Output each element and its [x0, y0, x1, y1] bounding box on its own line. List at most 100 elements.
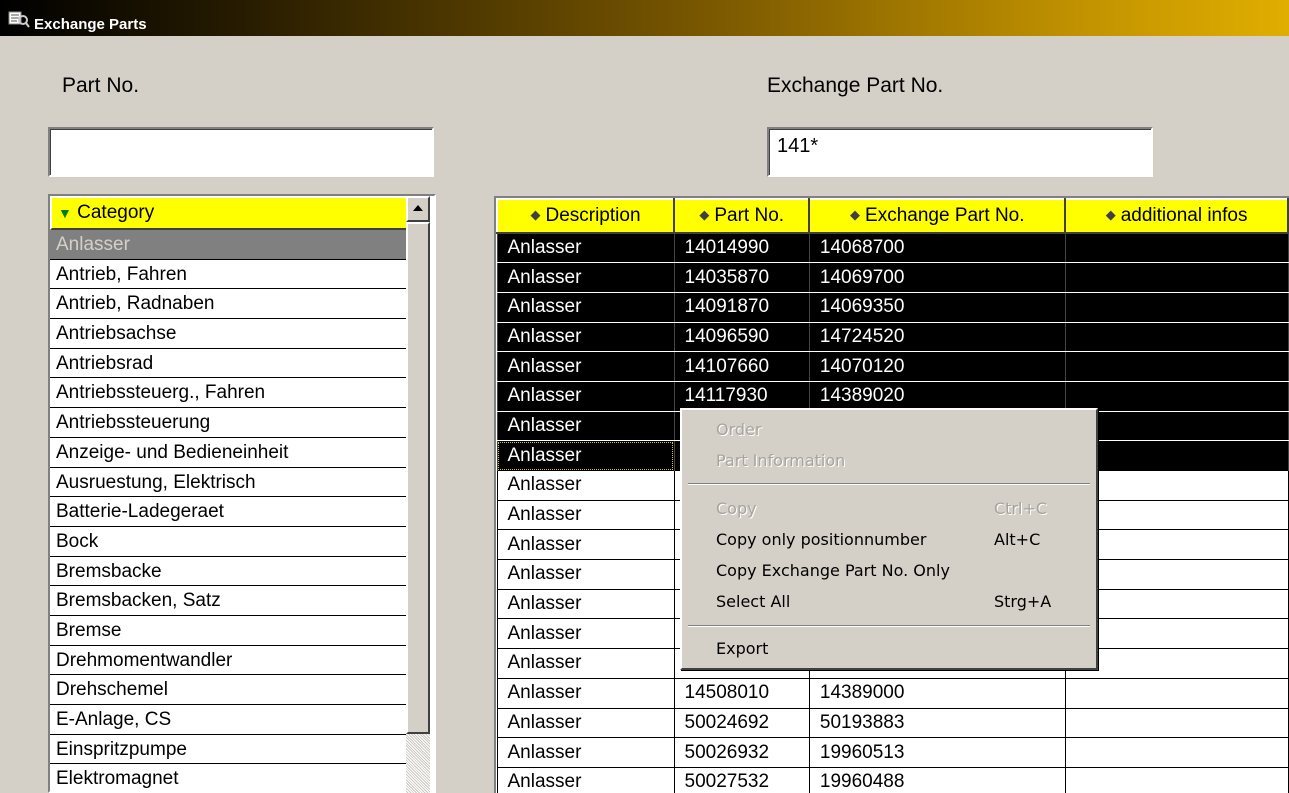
exchange-part-no-label: Exchange Part No.: [767, 74, 944, 97]
table-row[interactable]: Anlasser 14096590 14724520: [496, 321, 1289, 353]
table-row[interactable]: Anlasser 14117930 14389020: [496, 380, 1289, 412]
table-cell: Anlasser: [496, 707, 675, 739]
table-cell: 14508010: [673, 677, 810, 709]
table-cell: [1064, 499, 1289, 531]
menu-item-copy[interactable]: Copy Ctrl+C: [716, 495, 1076, 523]
category-list-item[interactable]: Anzeige- und Bedieneinheit: [50, 438, 408, 468]
table-cell: Anlasser: [496, 766, 675, 793]
table-row[interactable]: Anlasser 14107660 14070120: [496, 351, 1289, 382]
table-cell: Anlasser: [496, 351, 675, 382]
table-cell: Anlasser: [496, 618, 675, 650]
table-cell: 50026932: [673, 737, 810, 768]
column-header-description[interactable]: ◆ Description: [496, 198, 675, 234]
column-header-part-no[interactable]: ◆ Part No.: [672, 198, 811, 234]
table-cell: Anlasser: [496, 737, 675, 768]
table-cell: Anlasser: [496, 529, 675, 561]
table-cell: Anlasser: [496, 321, 675, 353]
table-cell: [1064, 766, 1289, 793]
table-cell: 14014990: [673, 232, 810, 264]
table-cell: Anlasser: [496, 499, 675, 531]
category-list-item[interactable]: Antriebsrad: [50, 349, 408, 379]
table-row[interactable]: Anlasser 14091870 14069350: [496, 291, 1289, 323]
table-row[interactable]: Anlasser 14014990 14068700: [496, 232, 1289, 264]
category-list-item[interactable]: Batterie-Ladegeraet: [50, 497, 408, 527]
category-list-item[interactable]: Bremsbacke: [50, 557, 408, 587]
table-row[interactable]: Anlasser 50024692 50193883: [496, 707, 1289, 739]
category-list-item[interactable]: Anlasser: [50, 230, 408, 260]
table-cell: Anlasser: [496, 410, 675, 442]
category-list-item[interactable]: Antrieb, Radnaben: [50, 289, 408, 320]
column-header-additional-infos[interactable]: ◆ additional infos: [1064, 198, 1289, 234]
table-row[interactable]: Anlasser 14508010 14389000: [496, 677, 1289, 709]
part-no-input[interactable]: [48, 127, 434, 177]
table-cell: 14096590: [673, 321, 810, 353]
category-header[interactable]: ▼ Category: [50, 196, 408, 230]
table-cell: [1064, 321, 1289, 353]
category-list-item[interactable]: Antriebssteuerg., Fahren: [50, 378, 408, 409]
context-menu: Order Part Information Copy Ctrl+C Copy o…: [680, 408, 1098, 670]
category-list-item[interactable]: Antriebssteuerung: [50, 408, 408, 438]
menu-item-copy-exchange-part-no[interactable]: Copy Exchange Part No. Only: [716, 557, 1076, 585]
table-cell: Anlasser: [496, 559, 675, 590]
table-cell: [1064, 559, 1289, 590]
menu-item-part-information[interactable]: Part Information: [716, 447, 1076, 475]
category-list-item[interactable]: Einspritzpumpe: [50, 735, 408, 765]
menu-item-copy-positionnumber[interactable]: Copy only positionnumber Alt+C: [716, 526, 1076, 554]
table-cell: [1064, 351, 1289, 382]
category-list-item[interactable]: E-Anlage, CS: [50, 705, 408, 735]
table-cell: [1064, 440, 1289, 471]
table-cell: [1064, 380, 1289, 412]
category-list-item[interactable]: Bock: [50, 527, 408, 557]
table-cell: [1064, 707, 1289, 739]
sort-diamond-icon: ◆: [699, 207, 710, 222]
table-cell: 14389000: [808, 677, 1066, 709]
table-cell: [1064, 232, 1289, 264]
table-cell: Anlasser: [496, 440, 675, 471]
exchange-part-no-input[interactable]: 141*: [767, 127, 1153, 177]
table-cell: [1064, 588, 1289, 620]
table-cell: [1064, 410, 1289, 442]
menu-separator: [688, 625, 1090, 627]
scroll-thumb[interactable]: [406, 222, 430, 734]
menu-item-export[interactable]: Export: [716, 635, 1076, 663]
table-cell: [1064, 262, 1289, 293]
title-bar[interactable]: Exchange Parts: [0, 0, 1289, 36]
table-cell: [1064, 618, 1289, 650]
category-list[interactable]: Anlasser Antrieb, Fahren Antrieb, Radnaben…: [50, 230, 408, 791]
category-list-item[interactable]: Drehmomentwandler: [50, 646, 408, 676]
category-header-label: Category: [77, 202, 155, 223]
category-list-item[interactable]: Antriebsachse: [50, 319, 408, 349]
category-list-item[interactable]: Bremse: [50, 616, 408, 646]
app-icon: [8, 10, 30, 32]
table-cell: [1064, 677, 1289, 709]
menu-item-select-all[interactable]: Select All Strg+A: [716, 588, 1076, 616]
arrow-up-icon: [413, 205, 423, 211]
table-row[interactable]: Anlasser 14035870 14069700: [496, 262, 1289, 293]
sort-diamond-icon: ◆: [850, 207, 861, 222]
category-list-item[interactable]: Elektromagnet: [50, 764, 408, 791]
sort-desc-icon: ▼: [58, 205, 72, 221]
scroll-up-button[interactable]: [406, 196, 430, 222]
table-cell: [1064, 648, 1289, 679]
table-cell: Anlasser: [496, 262, 675, 293]
category-list-item[interactable]: Drehschemel: [50, 675, 408, 705]
table-cell: 14068700: [808, 232, 1066, 264]
table-row[interactable]: Anlasser 50026932 19960513: [496, 737, 1289, 768]
sort-diamond-icon: ◆: [1105, 207, 1116, 222]
category-list-item[interactable]: Bremsbacken, Satz: [50, 586, 408, 616]
table-cell: 14389020: [808, 380, 1066, 412]
category-scrollbar[interactable]: [406, 196, 430, 793]
table-cell: 50193883: [808, 707, 1066, 739]
category-panel: ▼ Category Anlasser Antrieb, Fahren Antrie…: [48, 194, 436, 793]
table-cell: Anlasser: [496, 380, 675, 412]
category-list-item[interactable]: Antrieb, Fahren: [50, 260, 408, 290]
table-row[interactable]: Anlasser 50027532 19960488: [496, 766, 1289, 793]
table-cell: 14117930: [673, 380, 810, 412]
menu-item-order[interactable]: Order: [716, 416, 1076, 444]
table-cell: 50024692: [673, 707, 810, 739]
table-cell: 50027532: [673, 766, 810, 793]
category-list-item[interactable]: Ausruestung, Elektrisch: [50, 468, 408, 498]
table-cell: 14091870: [673, 291, 810, 323]
window-title: Exchange Parts: [34, 16, 147, 33]
column-header-exchange-part-no[interactable]: ◆ Exchange Part No.: [808, 198, 1067, 234]
